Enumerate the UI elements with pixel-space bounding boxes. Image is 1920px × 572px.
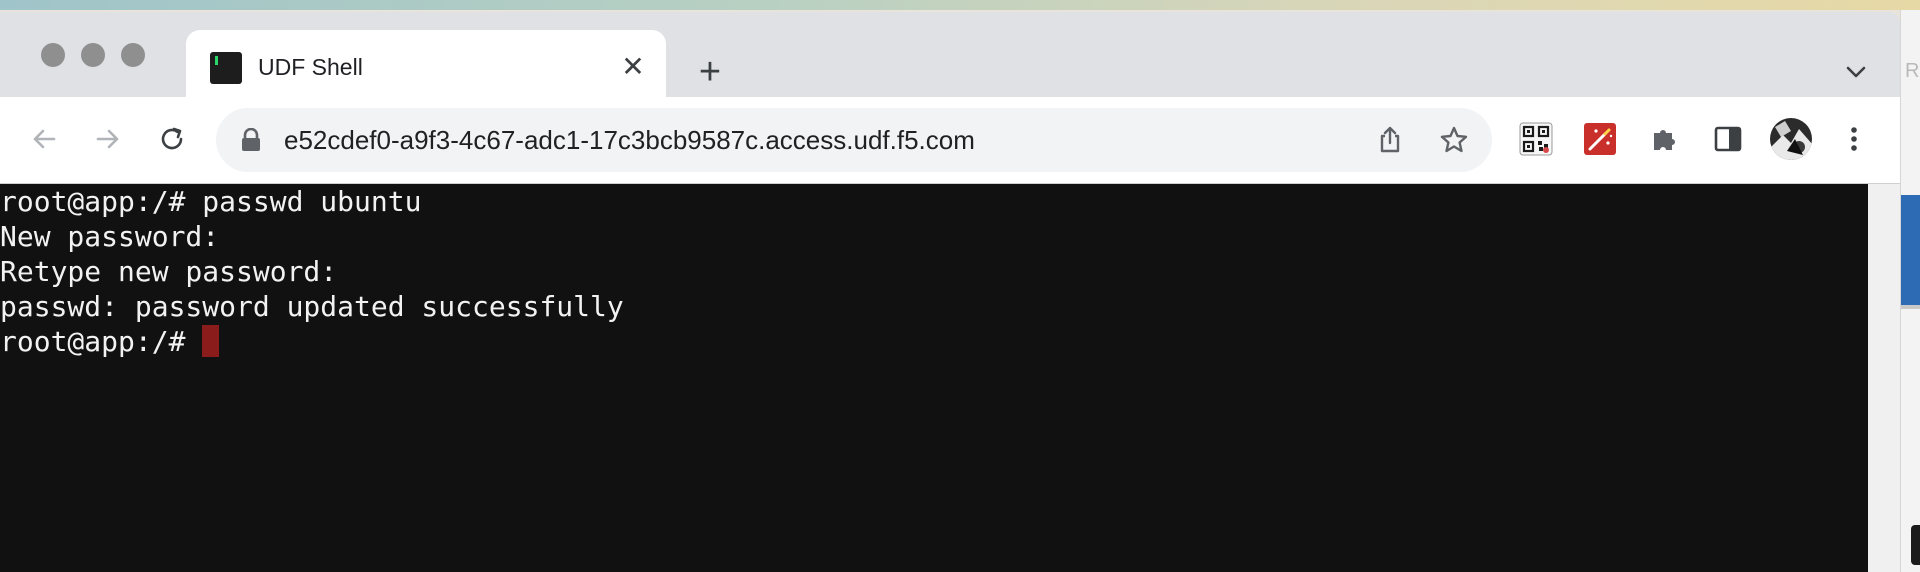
background-window: R [1900, 10, 1920, 572]
window-zoom-button[interactable] [121, 43, 145, 67]
puzzle-icon[interactable] [1642, 117, 1686, 161]
share-icon[interactable] [1372, 122, 1408, 158]
page-scrollbar[interactable] [1868, 184, 1900, 572]
terminal-prompt: root@app:/# [0, 325, 203, 358]
terminal-line: root@app:/# passwd ubuntu [0, 185, 422, 218]
arrow-left-icon[interactable] [22, 117, 66, 161]
terminal-line: New password: [0, 220, 220, 253]
background-window-accent [1901, 195, 1920, 305]
chevron-down-icon[interactable] [1840, 56, 1872, 88]
terminal-prompt-line: root@app:/# [0, 324, 220, 359]
star-icon[interactable] [1436, 122, 1472, 158]
browser-window: UDF Shell ✕ + e52cdef0-a9f3-4c67-adc1-17… [0, 12, 1900, 572]
magic-wand-icon[interactable] [1578, 117, 1622, 161]
address-bar[interactable]: e52cdef0-a9f3-4c67-adc1-17c3bcb9587c.acc… [216, 108, 1492, 172]
url-text[interactable]: e52cdef0-a9f3-4c67-adc1-17c3bcb9587c.acc… [284, 124, 975, 156]
background-window-letter: R [1905, 60, 1920, 82]
arrow-right-icon[interactable] [86, 117, 130, 161]
background-window-element [1911, 525, 1920, 565]
qr-code-icon[interactable] [1514, 117, 1558, 161]
lock-icon[interactable] [240, 127, 262, 152]
screen: R UDF Shell ✕ + e52cdef0-a9f3-4c67-adc1-… [0, 0, 1920, 572]
tab-udf-shell[interactable]: UDF Shell ✕ [186, 30, 666, 97]
tab-title: UDF Shell [258, 54, 363, 80]
new-tab-button[interactable]: + [692, 53, 728, 91]
window-minimize-button[interactable] [81, 43, 105, 67]
reload-icon[interactable] [150, 117, 194, 161]
avatar[interactable] [1768, 116, 1814, 162]
terminal-output[interactable]: root@app:/# passwd ubuntu New password: … [0, 184, 1868, 572]
side-panel-icon[interactable] [1706, 117, 1750, 161]
tab-strip: UDF Shell ✕ + [0, 12, 1900, 97]
terminal-cursor [202, 325, 220, 357]
tab-close-icon[interactable]: ✕ [618, 52, 648, 82]
terminal-favicon-icon [210, 52, 242, 84]
desktop-background [0, 0, 1920, 10]
browser-toolbar: e52cdef0-a9f3-4c67-adc1-17c3bcb9587c.acc… [0, 97, 1900, 184]
window-close-button[interactable] [41, 43, 65, 67]
terminal-line: Retype new password: [0, 255, 338, 288]
background-window-divider [1901, 305, 1920, 309]
kebab-menu-icon[interactable] [1832, 117, 1876, 161]
terminal-line: passwd: password updated successfully [0, 290, 624, 323]
